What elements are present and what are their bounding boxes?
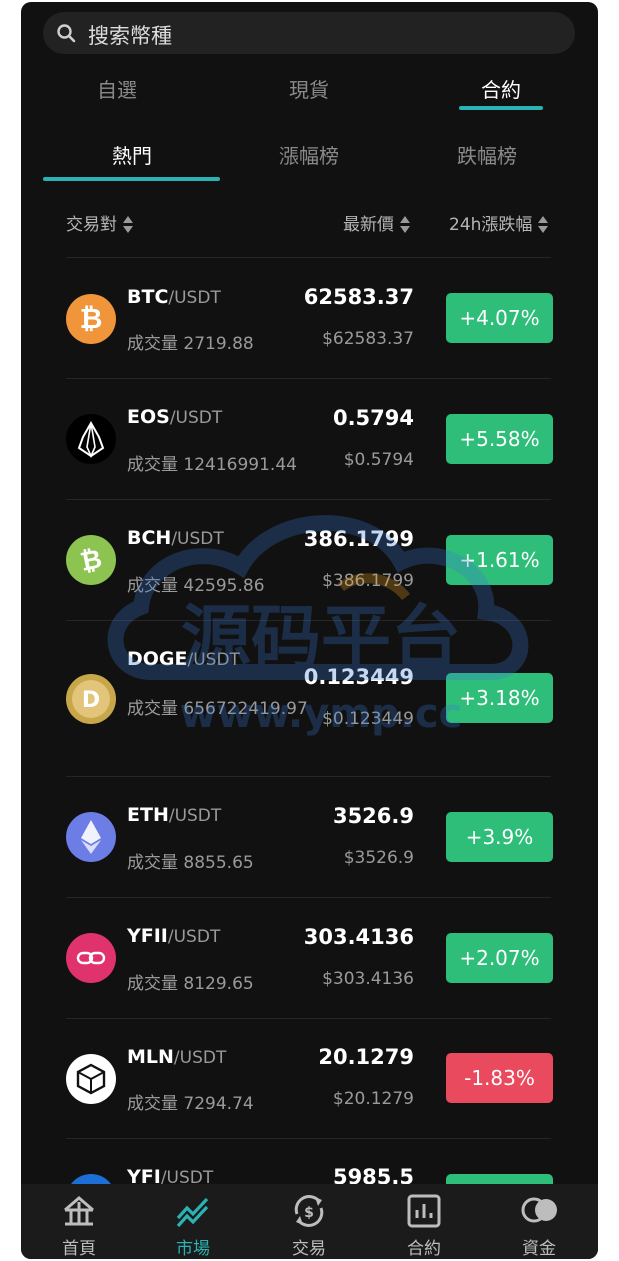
ethereum-icon <box>66 812 116 862</box>
tab-contract[interactable]: 合約 <box>481 74 521 103</box>
eos-icon <box>66 414 116 464</box>
last-price: 0.123449 <box>303 665 414 689</box>
divider <box>66 257 551 258</box>
pair-name: YFII/USDT <box>127 925 221 947</box>
search-placeholder: 搜索幣種 <box>88 24 172 48</box>
nav-trade[interactable]: $ 交易 <box>269 1184 349 1259</box>
svg-text:$: $ <box>304 1205 314 1221</box>
svg-text:₿: ₿ <box>80 302 103 335</box>
nav-market-label: 市場 <box>176 1239 210 1259</box>
volume: 成交量 8129.65 <box>127 974 254 994</box>
change-badge[interactable]: +4.07% <box>446 293 553 343</box>
change-badge[interactable]: +2.07% <box>446 933 553 983</box>
pair-name: BCH/USDT <box>127 527 224 549</box>
divider <box>66 1018 551 1019</box>
pair-name: MLN/USDT <box>127 1046 227 1068</box>
tab-hot-indicator <box>43 177 220 181</box>
assets-icon <box>521 1197 557 1223</box>
search-bar[interactable]: 搜索幣種 <box>43 12 575 54</box>
nav-contract[interactable]: 合約 <box>384 1184 464 1259</box>
column-pair-label: 交易對 <box>66 215 117 235</box>
last-price: 20.1279 <box>318 1045 414 1069</box>
usd-price: $20.1279 <box>332 1089 414 1109</box>
tab-gainers[interactable]: 漲幅榜 <box>279 140 339 169</box>
column-price-label: 最新價 <box>343 215 394 235</box>
melon-icon <box>66 1054 116 1104</box>
usd-price: $0.5794 <box>343 450 414 470</box>
volume: 成交量 7294.74 <box>127 1094 254 1114</box>
bottom-nav: 首頁 市場 $ 交易 合約 資金 <box>21 1184 598 1259</box>
divider <box>66 1138 551 1139</box>
pair-name: EOS/USDT <box>127 406 223 428</box>
yfii-icon <box>66 933 116 983</box>
last-price: 0.5794 <box>332 406 414 430</box>
nav-assets-label: 資金 <box>522 1239 556 1259</box>
nav-market[interactable]: 市場 <box>153 1184 233 1259</box>
pair-name: DOGE/USDT <box>127 648 240 670</box>
tab-losers[interactable]: 跌幅榜 <box>457 140 517 169</box>
pair-name: ETH/USDT <box>127 804 222 826</box>
usd-price: $303.4136 <box>322 969 414 989</box>
divider <box>66 897 551 898</box>
tab-hot[interactable]: 熱門 <box>112 140 152 169</box>
divider <box>66 378 551 379</box>
usd-price: $3526.9 <box>343 848 414 868</box>
change-badge[interactable]: -1.83% <box>446 1053 553 1103</box>
bitcoin-cash-icon: ₿ <box>66 535 116 585</box>
nav-trade-label: 交易 <box>292 1239 326 1259</box>
sort-icon <box>400 215 410 235</box>
market-icon <box>176 1197 209 1228</box>
search-icon <box>57 24 76 43</box>
svg-text:D: D <box>82 688 100 713</box>
tab-spot[interactable]: 現貨 <box>289 74 329 103</box>
pair-name: BTC/USDT <box>127 286 221 308</box>
column-change-label: 24h漲跌幅 <box>449 215 533 235</box>
svg-text:₿: ₿ <box>78 544 105 578</box>
sort-icon <box>123 215 133 235</box>
usd-price: $0.123449 <box>322 709 414 729</box>
change-badge[interactable]: +3.9% <box>446 812 553 862</box>
change-badge[interactable]: +5.58% <box>446 414 553 464</box>
volume: 成交量 42595.86 <box>127 576 265 596</box>
tab-favorites[interactable]: 自選 <box>97 74 137 103</box>
nav-contract-label: 合約 <box>407 1239 441 1259</box>
divider <box>66 776 551 777</box>
column-price[interactable]: 最新價 <box>343 210 410 235</box>
sort-icon <box>538 215 549 235</box>
column-change[interactable]: 24h漲跌幅 <box>449 210 549 235</box>
nav-home-label: 首頁 <box>62 1239 96 1259</box>
home-icon <box>64 1196 94 1226</box>
change-badge[interactable]: +1.61% <box>446 535 553 585</box>
app-screen: 搜索幣種 自選 現貨 合約 熱門 漲幅榜 跌幅榜 交易對 最新價 24h漲跌幅 … <box>21 2 598 1259</box>
volume: 成交量 12416991.44 <box>127 455 297 475</box>
last-price: 303.4136 <box>303 925 414 949</box>
contract-icon <box>407 1194 441 1228</box>
last-price: 3526.9 <box>332 804 414 828</box>
bitcoin-icon: ₿ <box>66 294 116 344</box>
divider <box>66 620 551 621</box>
column-pair[interactable]: 交易對 <box>66 210 133 235</box>
divider <box>66 499 551 500</box>
volume: 成交量 656722419.97 <box>127 699 308 719</box>
last-price: 62583.37 <box>303 285 414 309</box>
volume: 成交量 2719.88 <box>127 334 254 354</box>
usd-price: $386.1799 <box>322 571 414 591</box>
tab-contract-indicator <box>459 106 543 110</box>
nav-home[interactable]: 首頁 <box>39 1184 119 1259</box>
nav-assets[interactable]: 資金 <box>499 1184 579 1259</box>
last-price: 386.1799 <box>303 527 414 551</box>
usd-price: $62583.37 <box>322 329 414 349</box>
dogecoin-icon: D <box>66 674 116 724</box>
change-badge[interactable]: +3.18% <box>446 673 553 723</box>
trade-icon: $ <box>294 1195 324 1227</box>
volume: 成交量 8855.65 <box>127 853 254 873</box>
